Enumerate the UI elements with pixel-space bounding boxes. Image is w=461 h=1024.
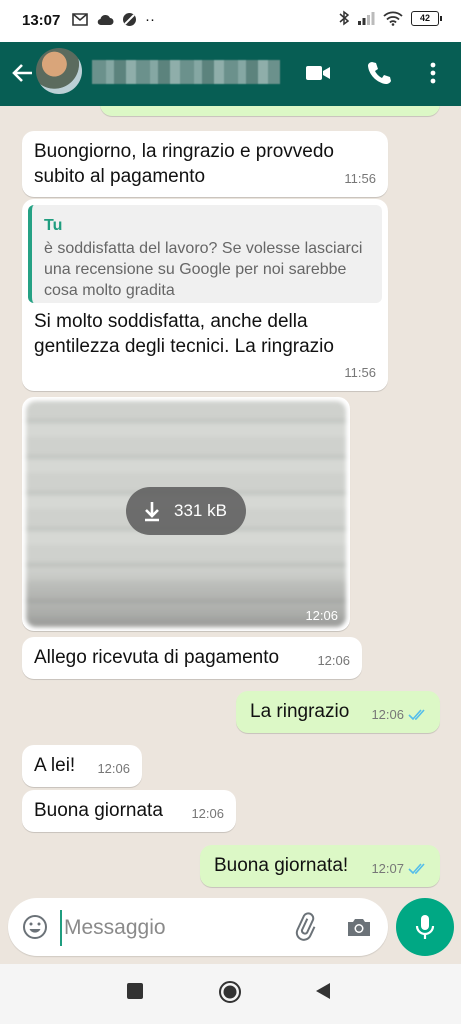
message-composer (8, 898, 388, 956)
back-arrow-icon[interactable] (8, 58, 38, 88)
message-text: Allego ricevuta di pagamento (34, 647, 280, 668)
system-nav-bar (0, 964, 461, 1024)
message-meta: 12:06 (317, 648, 350, 673)
recents-icon[interactable] (126, 982, 144, 1000)
cloud-icon (97, 14, 114, 25)
read-ticks-icon (408, 708, 428, 721)
battery-icon: 42 (411, 10, 442, 26)
download-button[interactable]: 331 kB (126, 487, 246, 535)
mic-button[interactable] (396, 898, 454, 956)
message-bubble[interactable]: Buongiorno, la ringrazio e provvedo subi… (22, 131, 388, 197)
more-notifications-icon: ·· (145, 11, 155, 28)
quoted-author: Tu (44, 217, 63, 234)
download-icon (145, 502, 159, 522)
message-meta: 12:07 (371, 856, 428, 881)
wifi-icon (383, 11, 403, 26)
gmail-icon (72, 13, 88, 26)
message-time: 12:07 (371, 861, 404, 876)
message-bubble[interactable]: A lei! 12:06 (22, 745, 142, 787)
message-time: 12:06 (305, 608, 338, 623)
system-icons: 42 (339, 10, 442, 26)
message-input[interactable] (60, 910, 266, 946)
video-call-icon[interactable] (303, 58, 333, 88)
home-icon[interactable] (218, 980, 242, 1004)
camera-icon[interactable] (344, 912, 374, 942)
message-bubble[interactable]: Tu è soddisfatta del lavoro? Se volesse … (22, 199, 388, 391)
message-bubble[interactable]: La ringrazio 12:06 (236, 691, 440, 733)
read-ticks-icon (408, 862, 428, 875)
status-bar: 13:07 ·· 42 (0, 0, 461, 42)
message-time: 12:06 (317, 653, 350, 668)
status-time: 13:07 (22, 12, 61, 29)
message-list[interactable]: Buongiorno, la ringrazio e provvedo subi… (0, 106, 461, 896)
message-meta: 12:06 (191, 801, 224, 826)
message-meta: 11:56 (344, 360, 376, 385)
message-text: Buona giornata (34, 800, 163, 821)
back-nav-icon[interactable] (314, 982, 332, 1000)
message-meta: 11:56 (344, 166, 376, 191)
message-text: Si molto soddisfatta, anche della gentil… (34, 311, 334, 357)
quoted-text: è soddisfatta del lavoro? Se volesse las… (44, 240, 363, 299)
message-meta: 12:06 (97, 756, 130, 781)
download-size: 331 kB (174, 501, 227, 520)
message-text: La ringrazio (250, 701, 350, 722)
chat-header (0, 42, 461, 106)
notification-icons: ·· (72, 11, 155, 28)
phone-call-icon[interactable] (364, 58, 394, 88)
message-text: Buongiorno, la ringrazio e provvedo subi… (34, 141, 334, 187)
attach-icon[interactable] (290, 912, 320, 942)
message-time: 12:06 (371, 707, 404, 722)
mic-icon (415, 915, 435, 939)
message-text: Buona giornata! (214, 855, 349, 876)
emoji-icon[interactable] (20, 912, 50, 942)
contact-name[interactable] (92, 60, 280, 84)
image-message[interactable]: 331 kB 12:06 (22, 397, 350, 631)
message-time: 12:06 (97, 761, 130, 776)
more-options-icon[interactable] (418, 58, 448, 88)
bluetooth-icon (339, 10, 349, 26)
message-bubble[interactable]: Buona giornata 12:06 (22, 790, 236, 832)
message-bubble-clipped[interactable] (100, 106, 440, 116)
message-meta: 12:06 (371, 702, 428, 727)
avatar[interactable] (36, 48, 82, 94)
message-text: A lei! (34, 755, 76, 776)
message-bubble[interactable]: Buona giornata! 12:07 (200, 845, 440, 887)
signal-icon (358, 12, 375, 25)
quoted-message[interactable]: Tu è soddisfatta del lavoro? Se volesse … (28, 205, 382, 303)
message-bubble[interactable]: Allego ricevuta di pagamento 12:06 (22, 637, 362, 679)
message-time: 11:56 (344, 365, 376, 380)
blocked-app-icon (123, 13, 136, 26)
message-time: 12:06 (191, 806, 224, 821)
message-time: 11:56 (344, 171, 376, 186)
